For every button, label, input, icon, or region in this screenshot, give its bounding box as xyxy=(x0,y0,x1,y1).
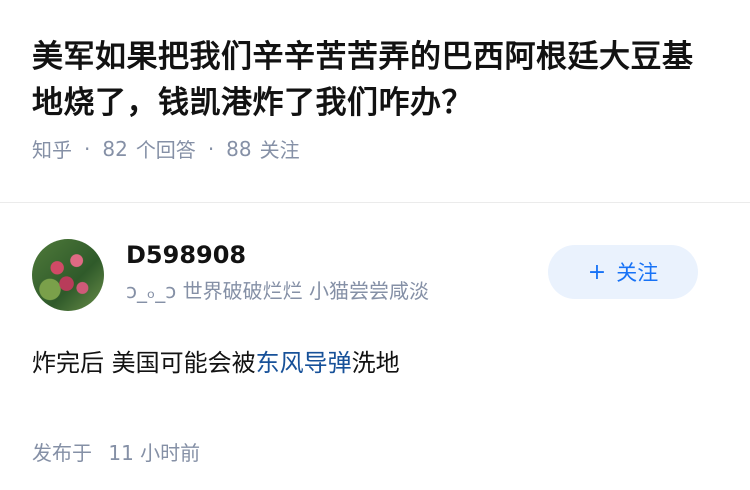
separator-dot: · xyxy=(84,136,91,161)
divider xyxy=(0,202,750,203)
author-headline: ↄ_ₒ_ↄ 世界破破烂烂 小猫尝尝咸淡 xyxy=(126,279,429,303)
plus-icon: + xyxy=(587,259,607,285)
answer-content: 炸完后 美国可能会被东风导弹洗地 xyxy=(32,345,718,381)
answer-text-end: 洗地 xyxy=(351,349,400,377)
author-name[interactable]: D598908 xyxy=(126,239,429,271)
follow-label: 关注 xyxy=(616,261,659,285)
author-info: D598908 ↄ_ₒ_ↄ 世界破破烂烂 小猫尝尝咸淡 xyxy=(126,239,429,305)
keyword-link[interactable]: 东风导弹 xyxy=(256,349,352,377)
followers-label: 关注 xyxy=(259,138,300,162)
separator-dot: · xyxy=(207,136,215,161)
answers-label: 个回答 xyxy=(135,138,196,162)
author-row: D598908 ↄ_ₒ_ↄ 世界破破烂烂 小猫尝尝咸淡 + 关注 xyxy=(32,239,718,339)
answer-card: D598908 ↄ_ₒ_ↄ 世界破破烂烂 小猫尝尝咸淡 + 关注 炸完后 美国可… xyxy=(0,239,750,466)
avatar[interactable] xyxy=(32,239,104,311)
publish-label: 发布于 xyxy=(32,441,92,465)
source-label[interactable]: 知乎 xyxy=(32,134,72,163)
follow-button[interactable]: + 关注 xyxy=(548,245,698,299)
question-title[interactable]: 美军如果把我们辛辛苦苦弄的巴西阿根廷大豆基地烧了，钱凯港炸了我们咋办？ xyxy=(32,34,718,126)
question-header: 美军如果把我们辛辛苦苦弄的巴西阿根廷大豆基地烧了，钱凯港炸了我们咋办？ 知乎 ·… xyxy=(0,0,750,166)
publish-value: 11 小时前 xyxy=(108,441,201,465)
answers-count: 82 xyxy=(102,136,128,161)
followers-count: 88 xyxy=(226,136,252,161)
question-meta: 知乎 · 82 个回答 · 88 关注 xyxy=(32,134,718,163)
publish-time: 发布于 11 小时前 xyxy=(32,437,718,466)
answer-text: 炸完后 美国可能会被 xyxy=(32,349,256,377)
